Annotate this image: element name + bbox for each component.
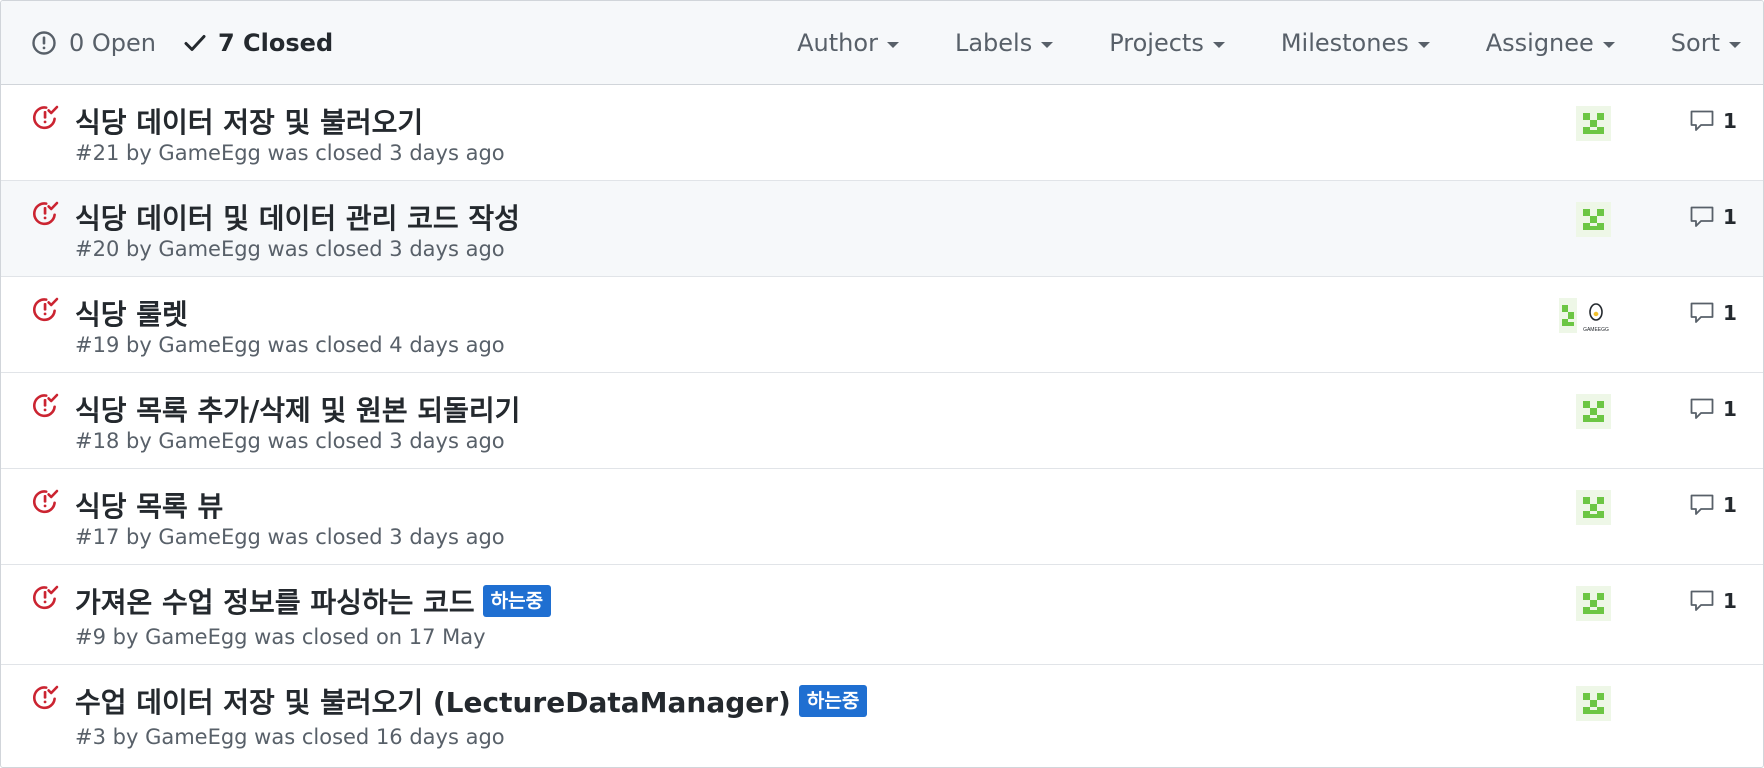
check-icon (184, 35, 206, 51)
issue-meta: #3 by GameEgg was closed 16 days ago (75, 725, 505, 749)
issue-meta: #17 by GameEgg was closed 3 days ago (75, 525, 505, 549)
open-issues-link[interactable]: 0 Open (31, 29, 156, 57)
issue-row: 식당 룰렛 #19 by GameEgg was closed 4 days a… (1, 277, 1763, 373)
issue-closed-icon (31, 487, 59, 515)
assignee-avatar (1559, 298, 1577, 333)
issue-meta: #18 by GameEgg was closed 3 days ago (75, 429, 505, 453)
projects-filter[interactable]: Projects (1109, 29, 1225, 57)
issue-row: 식당 목록 뷰 #17 by GameEgg was closed 3 days… (1, 469, 1763, 565)
comment-count-link[interactable]: 1 (1689, 589, 1737, 613)
comment-count: 1 (1723, 397, 1737, 421)
issue-row: 식당 목록 추가/삭제 및 원본 되돌리기 #18 by GameEgg was… (1, 373, 1763, 469)
comment-icon (1689, 493, 1715, 517)
issue-title-link[interactable]: 식당 데이터 및 데이터 관리 코드 작성 (75, 197, 520, 237)
issue-meta: #21 by GameEgg was closed 3 days ago (75, 141, 505, 165)
comment-count: 1 (1723, 301, 1737, 325)
issue-title-link[interactable]: 가져온 수업 정보를 파싱하는 코드 (75, 581, 475, 621)
issue-row: 수업 데이터 저장 및 불러오기 (LectureDataManager) 하는… (1, 665, 1763, 765)
assignee-filter-label: Assignee (1485, 29, 1594, 57)
issue-closed-icon (31, 583, 59, 611)
assignee-avatar[interactable] (1576, 586, 1611, 621)
issue-title-link[interactable]: 식당 룰렛 (75, 293, 188, 333)
issue-title-line: 가져온 수업 정보를 파싱하는 코드 하는중 (75, 581, 552, 621)
filter-menus: Author Labels Projects Milestones Assign… (797, 1, 1741, 85)
gameegg-avatar: GAMEEGG (1579, 298, 1613, 333)
comment-icon (1689, 397, 1715, 421)
issues-list-header: 0 Open 7 Closed Author Labels Projects M… (1, 1, 1763, 85)
caret-down-icon (886, 41, 899, 48)
gameegg-logo-text: GAMEEGG (1583, 327, 1609, 333)
issue-title-line: 식당 목록 뷰 (75, 485, 223, 525)
comment-icon (1689, 301, 1715, 325)
comment-count-link[interactable]: 1 (1689, 397, 1737, 421)
assignee-avatar[interactable] (1576, 394, 1611, 429)
milestones-filter[interactable]: Milestones (1281, 29, 1430, 57)
comment-count-link[interactable]: 1 (1689, 205, 1737, 229)
caret-down-icon (1212, 41, 1225, 48)
issue-title-line: 수업 데이터 저장 및 불러오기 (LectureDataManager) 하는… (75, 681, 868, 721)
issue-closed-icon (31, 103, 59, 131)
issue-title-line: 식당 데이터 및 데이터 관리 코드 작성 (75, 197, 520, 237)
issue-closed-icon (31, 391, 59, 419)
comment-count: 1 (1723, 109, 1737, 133)
projects-filter-label: Projects (1109, 29, 1204, 57)
assignee-avatar[interactable] (1576, 686, 1611, 721)
sort-filter-label: Sort (1670, 29, 1720, 57)
caret-down-icon (1417, 41, 1430, 48)
issue-meta: #19 by GameEgg was closed 4 days ago (75, 333, 505, 357)
issue-label[interactable]: 하는중 (482, 585, 552, 617)
issue-title-link[interactable]: 식당 목록 뷰 (75, 485, 223, 525)
issue-state-tabs: 0 Open 7 Closed (31, 1, 361, 85)
comment-count: 1 (1723, 205, 1737, 229)
closed-issues-label: 7 Closed (218, 29, 334, 57)
comment-count-link[interactable]: 1 (1689, 109, 1737, 133)
comment-count: 1 (1723, 493, 1737, 517)
issue-title-link[interactable]: 식당 데이터 저장 및 불러오기 (75, 101, 423, 141)
comment-icon (1689, 205, 1715, 229)
issue-title-line: 식당 데이터 저장 및 불러오기 (75, 101, 423, 141)
comment-icon (1689, 109, 1715, 133)
issue-row: 가져온 수업 정보를 파싱하는 코드 하는중 #9 by GameEgg was… (1, 565, 1763, 665)
comment-icon (1689, 589, 1715, 613)
comment-count-link[interactable]: 1 (1689, 301, 1737, 325)
issue-meta: #20 by GameEgg was closed 3 days ago (75, 237, 505, 261)
issue-closed-icon (31, 683, 59, 711)
closed-issues-link[interactable]: 7 Closed (184, 29, 333, 57)
comment-count: 1 (1723, 589, 1737, 613)
issue-label[interactable]: 하는중 (798, 685, 868, 717)
issue-title-link[interactable]: 수업 데이터 저장 및 불러오기 (LectureDataManager) (75, 681, 791, 721)
author-filter[interactable]: Author (797, 29, 899, 57)
assignee-avatar[interactable] (1576, 490, 1611, 525)
assignee-avatars[interactable]: GAMEEGG (1559, 298, 1613, 333)
sort-filter[interactable]: Sort (1671, 29, 1741, 57)
issue-closed-icon (31, 295, 59, 323)
issue-title-link[interactable]: 식당 목록 추가/삭제 및 원본 되돌리기 (75, 389, 520, 429)
labels-filter-label: Labels (954, 29, 1033, 57)
issue-closed-icon (31, 199, 59, 227)
issue-title-line: 식당 룰렛 (75, 293, 188, 333)
open-issues-label: 0 Open (69, 29, 156, 57)
caret-down-icon (1729, 41, 1741, 48)
issue-meta: #9 by GameEgg was closed on 17 May (75, 625, 486, 649)
issue-opened-icon (32, 31, 56, 55)
labels-filter[interactable]: Labels (954, 29, 1054, 57)
author-filter-label: Author (797, 29, 878, 57)
assignee-filter[interactable]: Assignee (1486, 29, 1615, 57)
assignee-avatar[interactable] (1576, 106, 1611, 141)
issues-list: 0 Open 7 Closed Author Labels Projects M… (0, 0, 1764, 768)
milestones-filter-label: Milestones (1280, 29, 1409, 57)
issue-row: 식당 데이터 저장 및 불러오기 #21 by GameEgg was clos… (1, 85, 1763, 181)
caret-down-icon (1602, 41, 1615, 48)
issue-row: 식당 데이터 및 데이터 관리 코드 작성 #20 by GameEgg was… (1, 181, 1763, 277)
assignee-avatar[interactable] (1576, 202, 1611, 237)
issue-title-line: 식당 목록 추가/삭제 및 원본 되돌리기 (75, 389, 520, 429)
caret-down-icon (1041, 41, 1054, 48)
comment-count-link[interactable]: 1 (1689, 493, 1737, 517)
